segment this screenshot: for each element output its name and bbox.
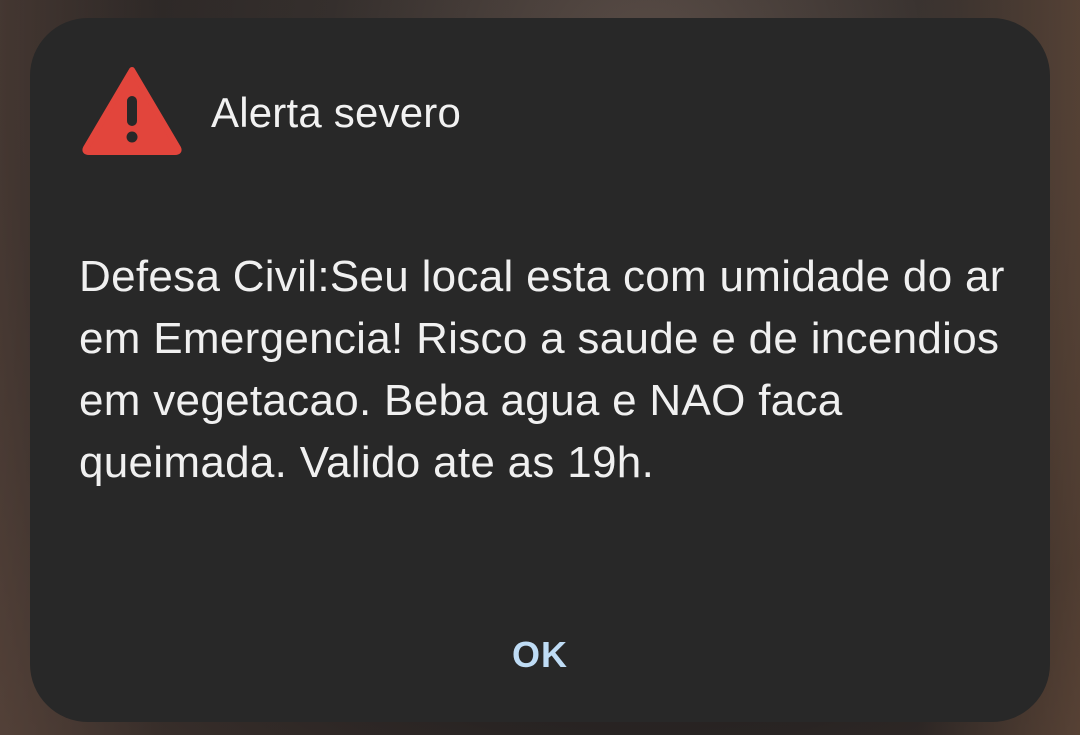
alert-dialog: Alerta severo Defesa Civil:Seu local est… xyxy=(30,18,1050,722)
ok-button[interactable]: OK xyxy=(485,622,595,688)
warning-triangle-icon xyxy=(80,64,184,156)
alert-message: Defesa Civil:Seu local esta com umidade … xyxy=(79,252,1005,487)
alert-title: Alerta severo xyxy=(211,89,462,136)
